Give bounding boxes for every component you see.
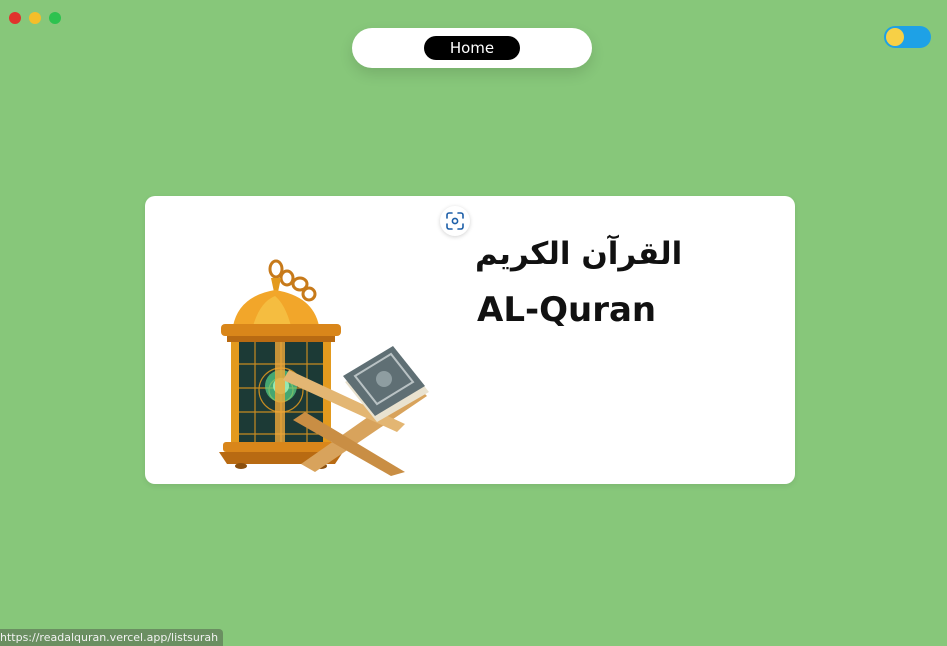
- theme-toggle[interactable]: [884, 26, 931, 48]
- card-title-latin: AL-Quran: [477, 290, 657, 330]
- maximize-window-dot[interactable]: [49, 12, 61, 24]
- card-title-arabic: القرآن الكريم: [475, 236, 683, 272]
- status-bar-url: https://readalquran.vercel.app/listsurah: [0, 629, 224, 646]
- window-controls: [9, 12, 61, 24]
- sun-icon: [886, 28, 904, 46]
- close-window-dot[interactable]: [9, 12, 21, 24]
- nav-home-link[interactable]: Home: [424, 36, 520, 60]
- top-navbar: Home: [352, 28, 592, 68]
- lens-search-icon[interactable]: [440, 206, 470, 236]
- quran-card[interactable]: القرآن الكريم AL-Quran: [145, 196, 795, 484]
- lantern-quran-illustration: [219, 259, 429, 476]
- minimize-window-dot[interactable]: [29, 12, 41, 24]
